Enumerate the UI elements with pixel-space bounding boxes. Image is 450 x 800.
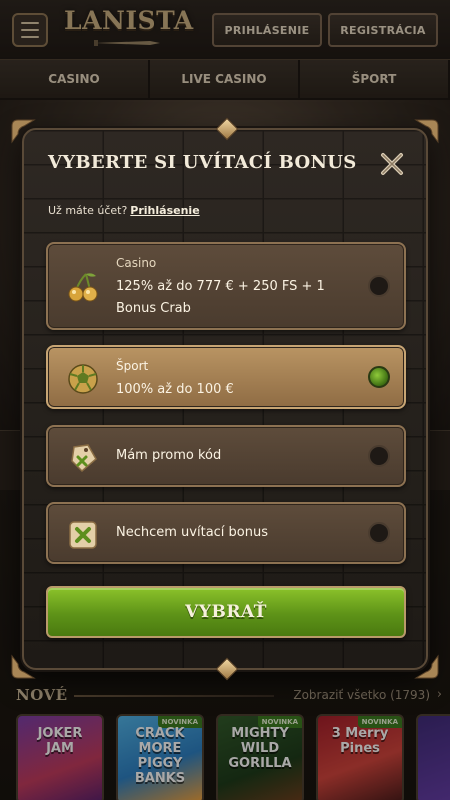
promo-tag-icon <box>71 444 97 473</box>
option-text: 100% až do 100 € <box>116 382 234 397</box>
corner-ornament-icon <box>11 654 36 679</box>
account-prompt-text: Už máte účet? <box>48 204 128 217</box>
radio-button[interactable] <box>368 522 390 544</box>
choose-button[interactable]: VYBRAŤ <box>46 586 406 638</box>
option-text: Mám promo kód <box>116 448 222 463</box>
close-icon[interactable] <box>378 150 406 178</box>
bonus-option-none[interactable]: Nechcem uvítací bonus <box>46 502 406 564</box>
radio-button[interactable] <box>368 445 390 467</box>
option-text: Nechcem uvítací bonus <box>116 525 269 540</box>
radio-button[interactable] <box>368 275 390 297</box>
bonus-option-casino[interactable]: Casino 125% až do 777 € + 250 FS + 1 Bon… <box>46 242 406 330</box>
corner-ornament-icon <box>414 654 439 679</box>
page: LANISTA PRIHLÁSENIE REGISTRÁCIA CASINO L… <box>0 0 450 800</box>
login-link[interactable]: Prihlásenie <box>130 204 199 217</box>
soccer-ball-icon <box>68 364 98 394</box>
corner-ornament-icon <box>414 119 439 144</box>
option-category: Casino <box>116 256 157 270</box>
bonus-option-sport[interactable]: Šport 100% až do 100 € <box>46 345 406 409</box>
option-category: Šport <box>116 359 149 373</box>
option-text: 125% až do 777 € + 250 FS + 1 Bonus Crab <box>116 279 325 316</box>
no-bonus-icon <box>69 521 97 549</box>
corner-ornament-icon <box>11 119 36 144</box>
cherries-icon <box>68 273 98 302</box>
bonus-option-promo[interactable]: Mám promo kód <box>46 425 406 487</box>
account-prompt: Už máte účet? Prihlásenie <box>48 204 200 217</box>
welcome-bonus-modal: VYBERTE SI UVÍTACÍ BONUS Už máte účet? Pr… <box>11 117 439 681</box>
modal-title: VYBERTE SI UVÍTACÍ BONUS <box>48 152 357 173</box>
radio-button-selected[interactable] <box>368 366 390 388</box>
